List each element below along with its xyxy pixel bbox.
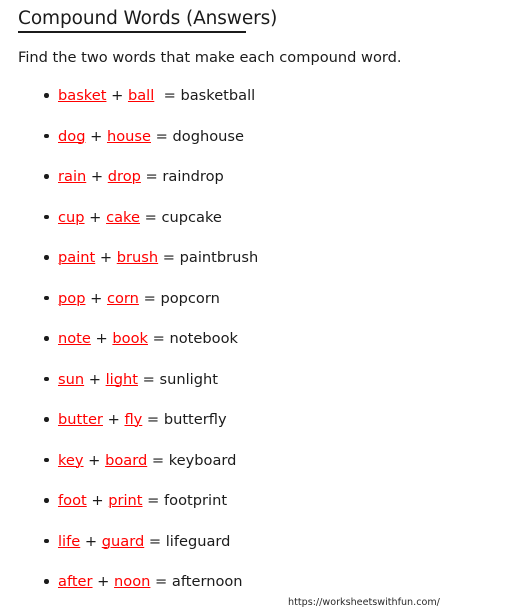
answer-word-first: rain	[58, 168, 87, 185]
answer-word-second: noon	[114, 573, 151, 590]
compound-word: afternoon	[171, 573, 243, 590]
compound-word: butterfly	[163, 411, 227, 428]
answer-word-second: corn	[106, 289, 139, 307]
answer-word-first: foot	[58, 492, 87, 509]
compound-word: lifeguard	[165, 532, 231, 550]
answer-word-second: print	[108, 492, 143, 509]
answer-word-first: note	[58, 330, 91, 347]
bullet-icon	[44, 498, 49, 503]
answer-word-first: pop	[58, 289, 86, 307]
equals-operator: =	[139, 208, 162, 226]
list-item: pop + corn = popcorn	[0, 289, 506, 330]
compound-word: keyboard	[168, 451, 237, 469]
page-title: Compound Words (Answers)	[18, 8, 278, 29]
plus-operator: +	[84, 208, 107, 226]
compound-word: doghouse	[172, 127, 244, 145]
plus-operator: +	[102, 411, 125, 428]
answer-word-first: key	[58, 451, 84, 469]
list-item: sun + light = sunlight	[0, 370, 506, 411]
list-item: dog + house = doghouse	[0, 127, 506, 168]
answer-word-second: house	[106, 127, 151, 145]
plus-operator: +	[106, 87, 128, 104]
worksheet-page: Compound Words (Answers) Find the two wo…	[0, 0, 506, 613]
answer-word-second: fly	[124, 411, 143, 428]
list-item: rain + drop = raindrop	[0, 167, 506, 208]
answer-word-first: butter	[58, 411, 103, 428]
answer-word-first: sun	[58, 370, 85, 388]
answer-word-first: after	[58, 573, 93, 590]
bullet-icon	[44, 295, 49, 300]
plus-operator: +	[90, 330, 113, 347]
list-item: basket + ball = basketball	[0, 86, 506, 127]
equals-operator: =	[142, 492, 165, 509]
equals-operator: =	[147, 451, 169, 469]
compound-word: notebook	[169, 330, 238, 347]
compound-word-list: basket + ball = basketball dog + house = …	[0, 86, 506, 613]
equals-operator: =	[137, 370, 160, 388]
answer-word-first: paint	[58, 249, 96, 266]
answer-word-first: basket	[58, 87, 107, 104]
answer-word-first: life	[58, 532, 81, 550]
equals-operator: =	[138, 289, 161, 307]
plus-operator: +	[80, 532, 102, 550]
compound-word: popcorn	[160, 289, 220, 307]
list-item: paint + brush = paintbrush	[0, 248, 506, 289]
answer-word-second: board	[105, 451, 148, 469]
list-item: butter + fly = butterfly	[0, 410, 506, 451]
bullet-icon	[44, 336, 49, 341]
page-title-underline	[18, 31, 246, 33]
compound-word: basketball	[180, 87, 256, 104]
list-item: key + board = keyboard	[0, 451, 506, 492]
answer-word-second: brush	[116, 249, 159, 266]
plus-operator: +	[85, 289, 107, 307]
bullet-icon	[44, 255, 49, 260]
answer-word-second: book	[112, 330, 148, 347]
answer-word-first: dog	[58, 127, 86, 145]
list-item: cup + cake = cupcake	[0, 208, 506, 249]
bullet-icon	[44, 376, 49, 381]
equals-operator: =	[142, 411, 164, 428]
equals-operator: =	[140, 168, 163, 185]
compound-word: raindrop	[162, 168, 224, 185]
list-item: life + guard = lifeguard	[0, 532, 506, 573]
answer-word-first: cup	[58, 208, 85, 226]
instruction-text: Find the two words that make each compou…	[18, 49, 402, 66]
equals-operator: =	[151, 127, 173, 145]
answer-word-second: guard	[101, 532, 145, 550]
bullet-icon	[44, 133, 49, 138]
compound-word: sunlight	[159, 370, 218, 388]
list-item: foot + print = footprint	[0, 491, 506, 532]
footer-url: https://worksheetswithfun.com/	[288, 597, 440, 608]
bullet-icon	[44, 457, 49, 462]
plus-operator: +	[84, 370, 106, 388]
answer-word-second: ball	[127, 87, 155, 104]
bullet-icon	[44, 538, 49, 543]
bullet-icon	[44, 417, 49, 422]
bullet-icon	[44, 174, 49, 179]
bullet-icon	[44, 214, 49, 219]
plus-operator: +	[86, 168, 108, 185]
equals-operator: =	[158, 249, 180, 266]
compound-word: cupcake	[161, 208, 222, 226]
plus-operator: +	[92, 573, 115, 590]
bullet-icon	[44, 93, 49, 98]
equals-operator: =	[144, 532, 166, 550]
bullet-icon	[44, 579, 49, 584]
equals-operator: =	[150, 573, 172, 590]
plus-operator: +	[95, 249, 117, 266]
list-item: note + book = notebook	[0, 329, 506, 370]
compound-word: footprint	[164, 492, 228, 509]
plus-operator: +	[86, 492, 109, 509]
answer-word-second: drop	[107, 168, 141, 185]
plus-operator: +	[83, 451, 106, 469]
equals-operator: =	[147, 330, 170, 347]
answer-word-second: light	[105, 370, 138, 388]
compound-word: paintbrush	[179, 249, 259, 266]
plus-operator: +	[85, 127, 107, 145]
answer-word-second: cake	[106, 208, 140, 226]
equals-operator: =	[154, 87, 181, 104]
